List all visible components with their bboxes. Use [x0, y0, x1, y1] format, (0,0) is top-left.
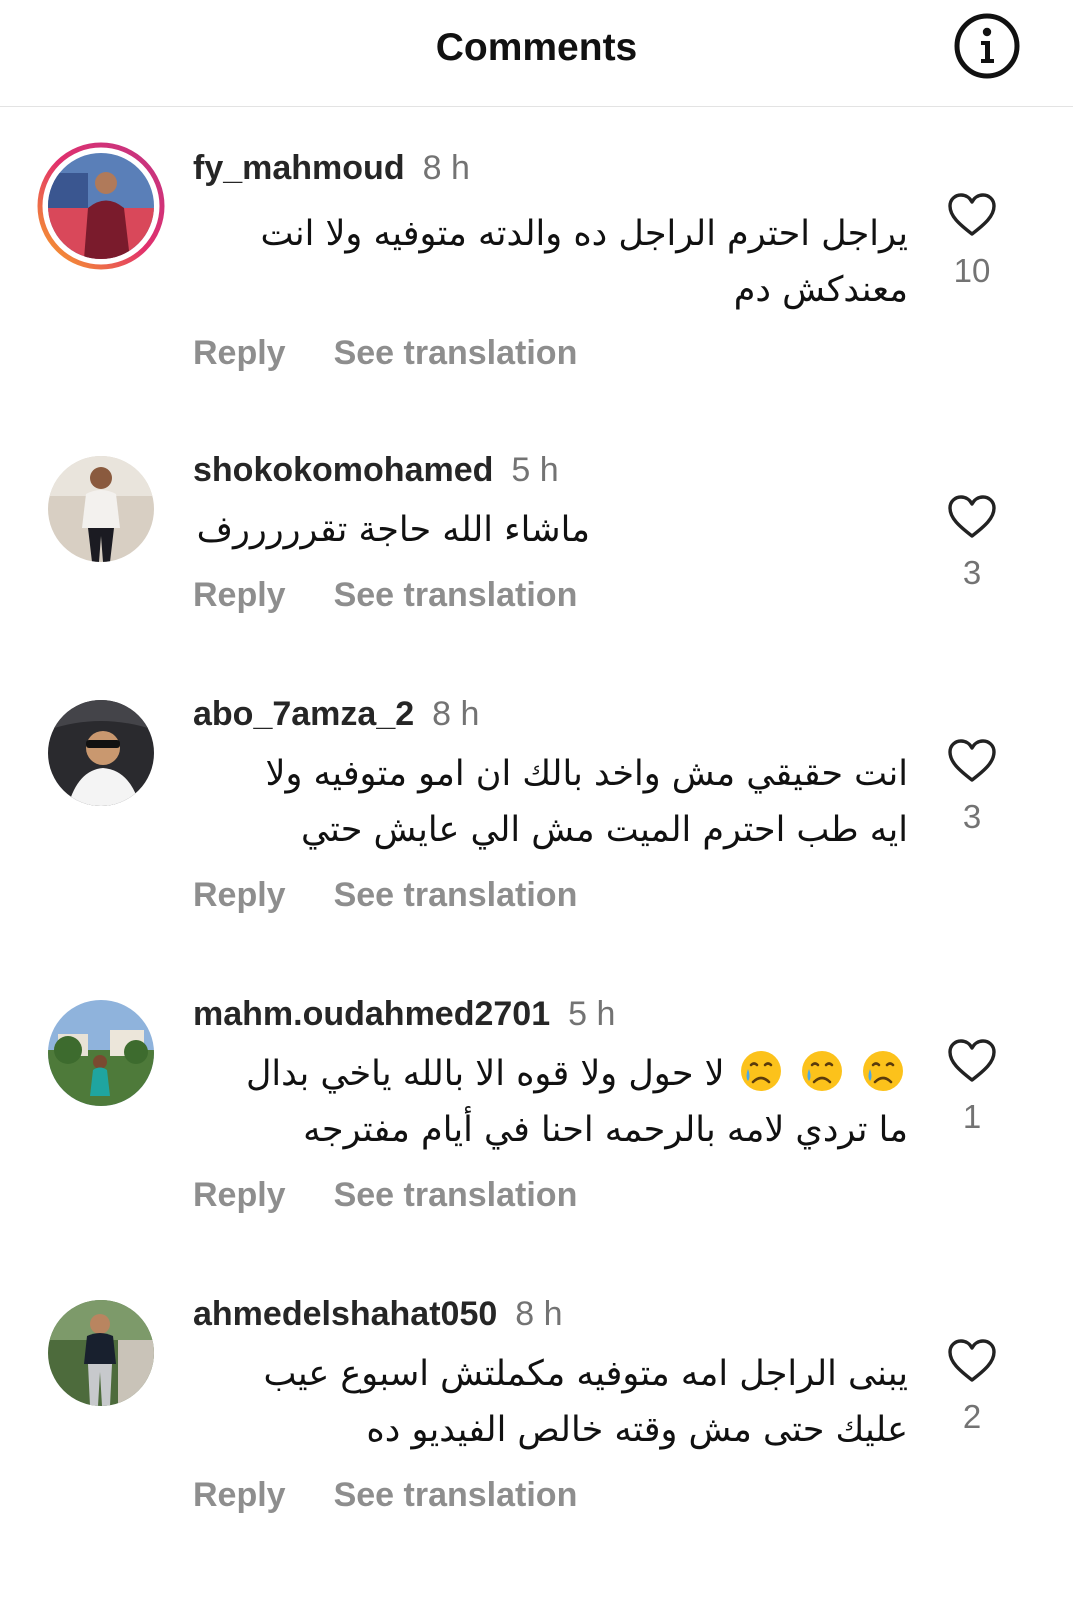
- comment-item: ahmedelshahat050 8 h يبنى الراجل امه متوف…: [0, 1294, 1073, 1534]
- like-area: 3: [944, 738, 1000, 836]
- comment-text: لا حول ولا قوه الا بالله ياخي بدال ما تر…: [208, 1046, 908, 1158]
- crying-face-emoji: [801, 1051, 842, 1091]
- crying-face-emoji: [740, 1051, 781, 1091]
- heart-icon[interactable]: [947, 192, 997, 238]
- like-count: 3: [962, 554, 982, 591]
- username[interactable]: ahmedelshahat050: [193, 1295, 497, 1333]
- reply-button[interactable]: Reply: [193, 334, 286, 372]
- like-count: 1: [962, 1098, 982, 1135]
- see-translation-button[interactable]: See translation: [334, 1176, 578, 1214]
- see-translation-button[interactable]: See translation: [334, 1476, 578, 1514]
- avatar[interactable]: [48, 456, 154, 562]
- heart-icon[interactable]: [947, 1338, 997, 1384]
- reply-button[interactable]: Reply: [193, 1476, 286, 1514]
- like-area: 1: [944, 1038, 1000, 1136]
- see-translation-button[interactable]: See translation: [334, 334, 578, 372]
- like-count: 10: [953, 252, 991, 289]
- avatar[interactable]: [48, 700, 154, 806]
- like-count: 3: [962, 798, 982, 835]
- username[interactable]: fy_mahmoud: [193, 149, 405, 187]
- comment-time: 8 h: [422, 149, 470, 187]
- heart-icon[interactable]: [947, 494, 997, 540]
- page-title: Comments: [435, 26, 638, 69]
- comment-time: 5 h: [511, 451, 559, 489]
- comment-item: abo_7amza_2 8 h انت حقيقي مش واخد بالك ان…: [0, 694, 1073, 934]
- comment-time: 8 h: [432, 695, 480, 733]
- see-translation-button[interactable]: See translation: [334, 876, 578, 914]
- comment-item: fy_mahmoud 8 h يراجل احترم الراجل ده والد…: [0, 142, 1073, 402]
- like-area: 2: [944, 1338, 1000, 1436]
- username[interactable]: mahm.oudahmed2701: [193, 995, 550, 1033]
- heart-icon[interactable]: [947, 1038, 997, 1084]
- avatar[interactable]: [48, 153, 154, 259]
- emoji-group: [725, 1051, 908, 1094]
- comment-text: يراجل احترم الراجل ده والدته متوفيه ولا …: [260, 214, 909, 310]
- see-translation-button[interactable]: See translation: [334, 576, 578, 614]
- comment-text: ماشاء الله حاجة تقرررررف: [196, 510, 590, 550]
- like-area: 10: [944, 192, 1000, 290]
- comment-text: يبنى الراجل امه متوفيه مكملتش اسبوع عيب …: [263, 1354, 908, 1450]
- comment-item: mahm.oudahmed2701 5 h لا حول ولا قوه الا …: [0, 994, 1073, 1234]
- reply-button[interactable]: Reply: [193, 1176, 286, 1214]
- like-area: 3: [944, 494, 1000, 592]
- avatar[interactable]: [48, 1300, 154, 1406]
- like-count: 2: [962, 1398, 982, 1435]
- heart-icon[interactable]: [947, 738, 997, 784]
- comments-header: Comments: [0, 0, 1073, 107]
- comment-time: 5 h: [568, 995, 616, 1033]
- reply-button[interactable]: Reply: [193, 576, 286, 614]
- username[interactable]: abo_7amza_2: [193, 695, 414, 733]
- crying-face-emoji: [863, 1051, 903, 1091]
- username[interactable]: shokokomohamed: [193, 451, 493, 489]
- avatar[interactable]: [48, 1000, 154, 1106]
- info-icon[interactable]: [953, 12, 1021, 80]
- comment-time: 8 h: [515, 1295, 563, 1333]
- comment-item: shokokomohamed 5 h ماشاء الله حاجة تقرررر…: [0, 450, 1073, 630]
- reply-button[interactable]: Reply: [193, 876, 286, 914]
- comment-text: انت حقيقي مش واخد بالك ان امو متوفيه ولا…: [265, 754, 908, 850]
